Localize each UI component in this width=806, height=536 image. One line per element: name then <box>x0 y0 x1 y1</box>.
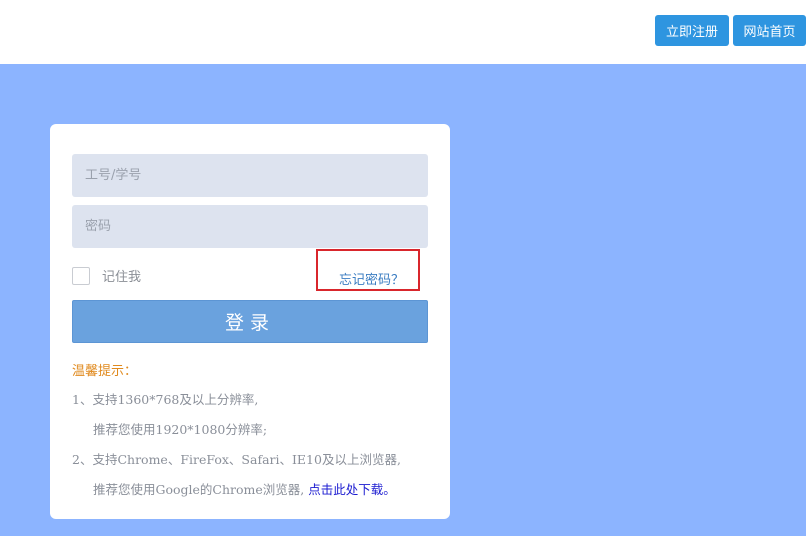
register-button[interactable]: 立即注册 <box>655 15 729 46</box>
top-bar: 立即注册 网站首页 <box>0 0 806 64</box>
login-button[interactable]: 登录 <box>72 300 428 343</box>
tip-line-2b: 推荐您使用Google的Chrome浏览器, 点击此处下载。 <box>93 479 396 498</box>
login-card: 记住我 忘记密码？ 登录 温馨提示： 1、支持1360*768及以上分辨率, 推… <box>50 124 450 519</box>
home-button[interactable]: 网站首页 <box>733 15 806 46</box>
username-input[interactable] <box>72 154 428 197</box>
forgot-password-link[interactable]: 忘记密码？ <box>339 269 404 288</box>
download-link[interactable]: 点击此处下载。 <box>308 482 396 497</box>
tip-line-2: 2、支持Chrome、FireFox、Safari、IE10及以上浏览器, <box>72 452 401 467</box>
remember-me-label: 记住我 <box>102 270 142 285</box>
tips-title: 温馨提示： <box>72 364 138 379</box>
tip-line-1: 1、支持1360*768及以上分辨率, <box>72 392 259 407</box>
tip-line-1b: 推荐您使用1920*1080分辨率; <box>93 422 268 437</box>
remember-me-checkbox[interactable] <box>72 266 90 285</box>
remember-me: 记住我 <box>72 266 141 285</box>
tip-line-2b-text: 推荐您使用Google的Chrome浏览器, <box>93 482 309 497</box>
password-input[interactable] <box>72 205 428 248</box>
